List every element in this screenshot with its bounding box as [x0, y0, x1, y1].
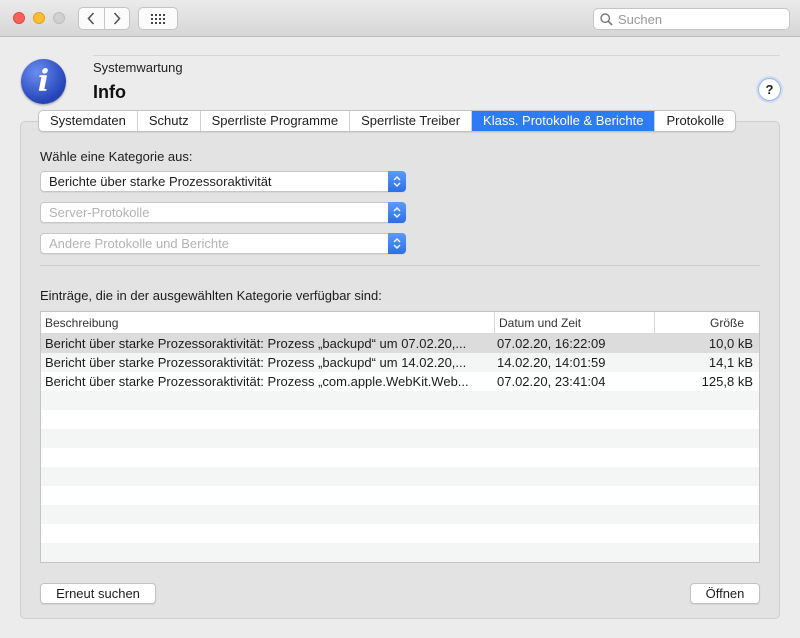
table-row[interactable]: Bericht über starke Prozessoraktivität: …: [41, 372, 759, 391]
category-popup-value: Berichte über starke Prozessoraktivität: [49, 174, 272, 189]
section-divider: [40, 265, 760, 266]
empty-row: [41, 429, 759, 448]
empty-row: [41, 486, 759, 505]
empty-row: [41, 505, 759, 524]
row-size: 125,8 kB: [701, 374, 753, 389]
tab-schutz[interactable]: Schutz: [136, 111, 200, 131]
popup-stepper-icon: [388, 233, 406, 254]
row-description: Bericht über starke Prozessoraktivität: …: [45, 355, 467, 370]
category-popup[interactable]: Berichte über starke Prozessoraktivität: [40, 171, 406, 192]
table-body: Bericht über starke Prozessoraktivität: …: [41, 334, 759, 563]
server-logs-popup-value: Server-Protokolle: [49, 205, 150, 220]
help-button[interactable]: ?: [758, 78, 781, 101]
other-logs-popup-value: Andere Protokolle und Berichte: [49, 236, 229, 251]
page-title: Info: [93, 82, 126, 102]
tab-bar: Systemdaten Schutz Sperrliste Programme …: [38, 110, 737, 132]
column-header-groesse[interactable]: Größe: [654, 312, 759, 334]
column-header-datum-zeit[interactable]: Datum und Zeit: [494, 312, 654, 334]
empty-row: [41, 524, 759, 543]
row-datetime: 14.02.20, 14:01:59: [497, 355, 606, 370]
search-input[interactable]: [618, 11, 778, 27]
tab-protokolle[interactable]: Protokolle: [654, 111, 735, 131]
back-forward-group: [78, 7, 130, 30]
title-bar: [0, 0, 800, 37]
info-icon-glyph: i: [37, 64, 50, 99]
empty-row: [41, 543, 759, 562]
grid-icon: [151, 13, 165, 24]
zoom-window-button[interactable]: [53, 12, 65, 24]
row-size: 10,0 kB: [708, 336, 753, 351]
row-datetime: 07.02.20, 16:22:09: [497, 336, 606, 351]
empty-row: [41, 467, 759, 486]
tab-systemdaten[interactable]: Systemdaten: [39, 111, 137, 131]
entries-label: Einträge, die in der ausgewählten Katego…: [40, 288, 382, 303]
chevron-left-icon: [87, 12, 95, 25]
server-logs-popup[interactable]: Server-Protokolle: [40, 202, 406, 223]
rescan-button[interactable]: Erneut suchen: [40, 583, 156, 604]
entries-table[interactable]: Beschreibung Datum und Zeit Größe Berich…: [40, 311, 760, 563]
table-header: Beschreibung Datum und Zeit Größe: [41, 312, 759, 334]
tab-klass-protokolle-berichte[interactable]: Klass. Protokolle & Berichte: [471, 111, 655, 131]
header-divider: [93, 55, 780, 56]
column-header-beschreibung[interactable]: Beschreibung: [41, 312, 494, 334]
row-description: Bericht über starke Prozessoraktivität: …: [45, 374, 469, 389]
chevron-right-icon: [113, 12, 121, 25]
open-button[interactable]: Öffnen: [690, 583, 760, 604]
back-button[interactable]: [79, 8, 104, 29]
row-datetime: 07.02.20, 23:41:04: [497, 374, 606, 389]
search-field[interactable]: [593, 8, 790, 30]
empty-row: [41, 410, 759, 429]
tab-sperrliste-programme[interactable]: Sperrliste Programme: [199, 111, 349, 131]
page-subtitle: Systemwartung: [93, 60, 183, 75]
popup-stepper-icon: [388, 171, 406, 192]
row-size: 14,1 kB: [708, 355, 753, 370]
forward-button[interactable]: [103, 8, 130, 29]
preferences-window: i Systemwartung Info ? Systemdaten Schut…: [0, 0, 800, 638]
search-icon: [600, 12, 613, 26]
table-row[interactable]: Bericht über starke Prozessoraktivität: …: [41, 334, 759, 353]
show-all-button[interactable]: [138, 7, 178, 30]
other-logs-popup[interactable]: Andere Protokolle und Berichte: [40, 233, 406, 254]
popup-stepper-icon: [388, 202, 406, 223]
category-label: Wähle eine Kategorie aus:: [40, 149, 193, 164]
empty-row: [41, 391, 759, 410]
close-window-button[interactable]: [13, 12, 25, 24]
info-icon: i: [21, 59, 66, 104]
table-row[interactable]: Bericht über starke Prozessoraktivität: …: [41, 353, 759, 372]
empty-row: [41, 562, 759, 563]
empty-row: [41, 448, 759, 467]
tab-sperrliste-treiber[interactable]: Sperrliste Treiber: [349, 111, 471, 131]
minimize-window-button[interactable]: [33, 12, 45, 24]
row-description: Bericht über starke Prozessoraktivität: …: [45, 336, 467, 351]
